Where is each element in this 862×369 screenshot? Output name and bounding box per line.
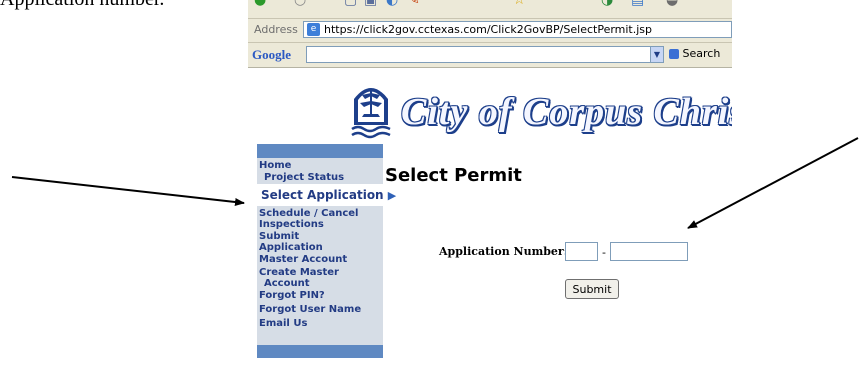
sidebar-item-label: Select Application <box>261 188 384 202</box>
print-icon[interactable]: ◒ <box>666 0 678 7</box>
sidebar-item-application[interactable]: Application <box>259 242 323 253</box>
site-banner: City of Corpus Christi <box>248 68 732 144</box>
application-number-separator: - <box>602 246 606 259</box>
sidebar-item-create-master[interactable]: Create Master <box>259 267 339 278</box>
sidebar-item-forgot-user-name[interactable]: Forgot User Name <box>259 304 361 315</box>
sidebar-item-email-us[interactable]: Email Us <box>259 318 307 329</box>
sidebar-item-project-status[interactable]: Project Status <box>264 172 344 183</box>
address-label: Address <box>254 23 298 36</box>
chevron-down-icon[interactable]: ▼ <box>650 46 664 63</box>
address-bar: Address e https://click2gov.cctexas.com/… <box>248 19 732 43</box>
submit-button[interactable]: Submit <box>565 279 619 299</box>
address-url[interactable]: https://click2gov.cctexas.com/Click2GovB… <box>324 23 652 36</box>
application-number-suffix-input[interactable] <box>610 242 688 261</box>
application-number-prefix-input[interactable] <box>565 242 598 261</box>
sidebar-item-schedule-cancel[interactable]: Schedule / Cancel <box>259 208 358 219</box>
application-number-label: Application Number: <box>439 245 568 258</box>
sidebar-item-home[interactable]: Home <box>259 160 291 171</box>
sidebar-nav: Home Project Status Select Application ▶… <box>257 144 396 358</box>
google-search-button[interactable]: Search <box>683 47 721 60</box>
edit-icon[interactable]: ✎ <box>408 0 420 7</box>
page-title: Select Permit <box>385 165 522 186</box>
page-icon: e <box>307 23 320 36</box>
sidebar-item-master-account[interactable]: Master Account <box>259 254 347 265</box>
history-icon[interactable]: ◑ <box>601 0 613 7</box>
sidebar-item-select-application[interactable]: Select Application ▶ <box>257 184 396 206</box>
google-search-input[interactable] <box>306 46 652 63</box>
home-icon[interactable]: ◐ <box>386 0 398 7</box>
city-seal-icon <box>351 88 391 139</box>
browser-toolbar: ● ○ ▢ ▣ ◐ ✎ ☆ ◑ ▤ ◒ <box>248 0 732 19</box>
refresh-icon[interactable]: ▣ <box>364 0 377 7</box>
sidebar-item-account[interactable]: Account <box>264 278 309 289</box>
sidebar-item-inspections[interactable]: Inspections <box>259 219 324 230</box>
sidebar-item-submit[interactable]: Submit <box>259 231 299 242</box>
google-toolbar: Google ▼ Search <box>248 43 732 68</box>
play-arrow-icon: ▶ <box>387 189 397 202</box>
favorites-icon[interactable]: ☆ <box>513 0 526 7</box>
site-title[interactable]: City of Corpus Christi <box>401 90 732 134</box>
mail-icon[interactable]: ▤ <box>631 0 644 7</box>
browser-window: ● ○ ▢ ▣ ◐ ✎ ☆ ◑ ▤ ◒ Address e https://cl… <box>248 0 732 369</box>
left-annotation-arrow <box>11 176 245 206</box>
sidebar-footer-bar <box>257 345 383 358</box>
forward-icon[interactable]: ○ <box>294 0 306 7</box>
sidebar-item-forgot-pin[interactable]: Forgot PIN? <box>259 290 325 301</box>
stop-icon[interactable]: ▢ <box>344 0 357 7</box>
google-search-icon[interactable] <box>669 49 679 59</box>
google-logo[interactable]: Google <box>252 47 291 63</box>
sidebar-header-bar <box>257 144 383 158</box>
address-field[interactable]: e https://click2gov.cctexas.com/Click2Go… <box>303 21 732 38</box>
google-tools: Search <box>669 47 720 60</box>
back-icon[interactable]: ● <box>254 0 266 7</box>
